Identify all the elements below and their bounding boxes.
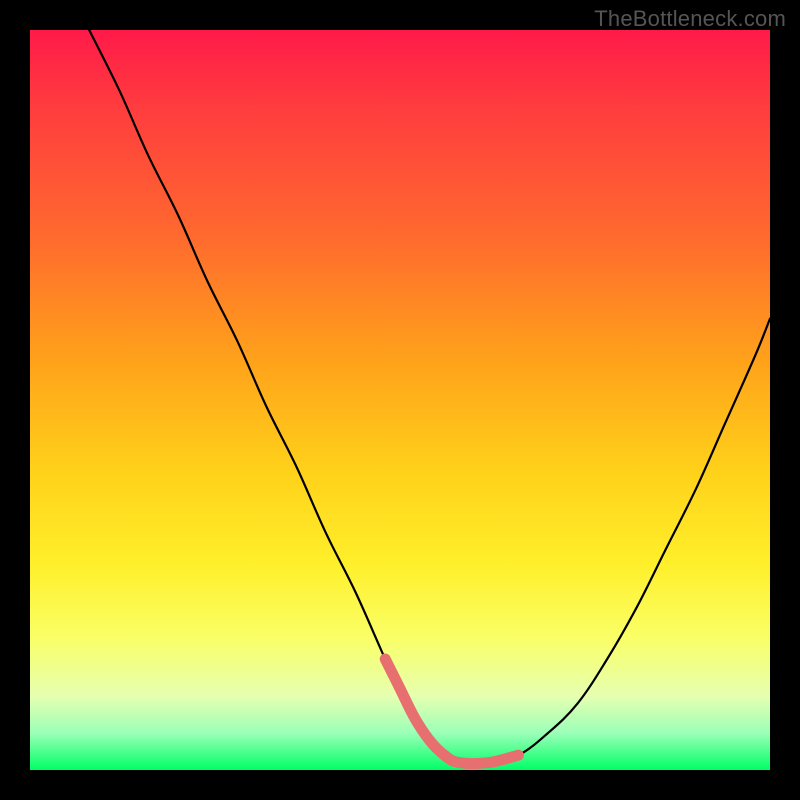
bottleneck-curve: [89, 30, 770, 764]
optimal-range-marker: [385, 659, 518, 764]
watermark-text: TheBottleneck.com: [594, 6, 786, 32]
plot-area: [30, 30, 770, 770]
chart-frame: TheBottleneck.com: [0, 0, 800, 800]
curve-layer: [30, 30, 770, 770]
